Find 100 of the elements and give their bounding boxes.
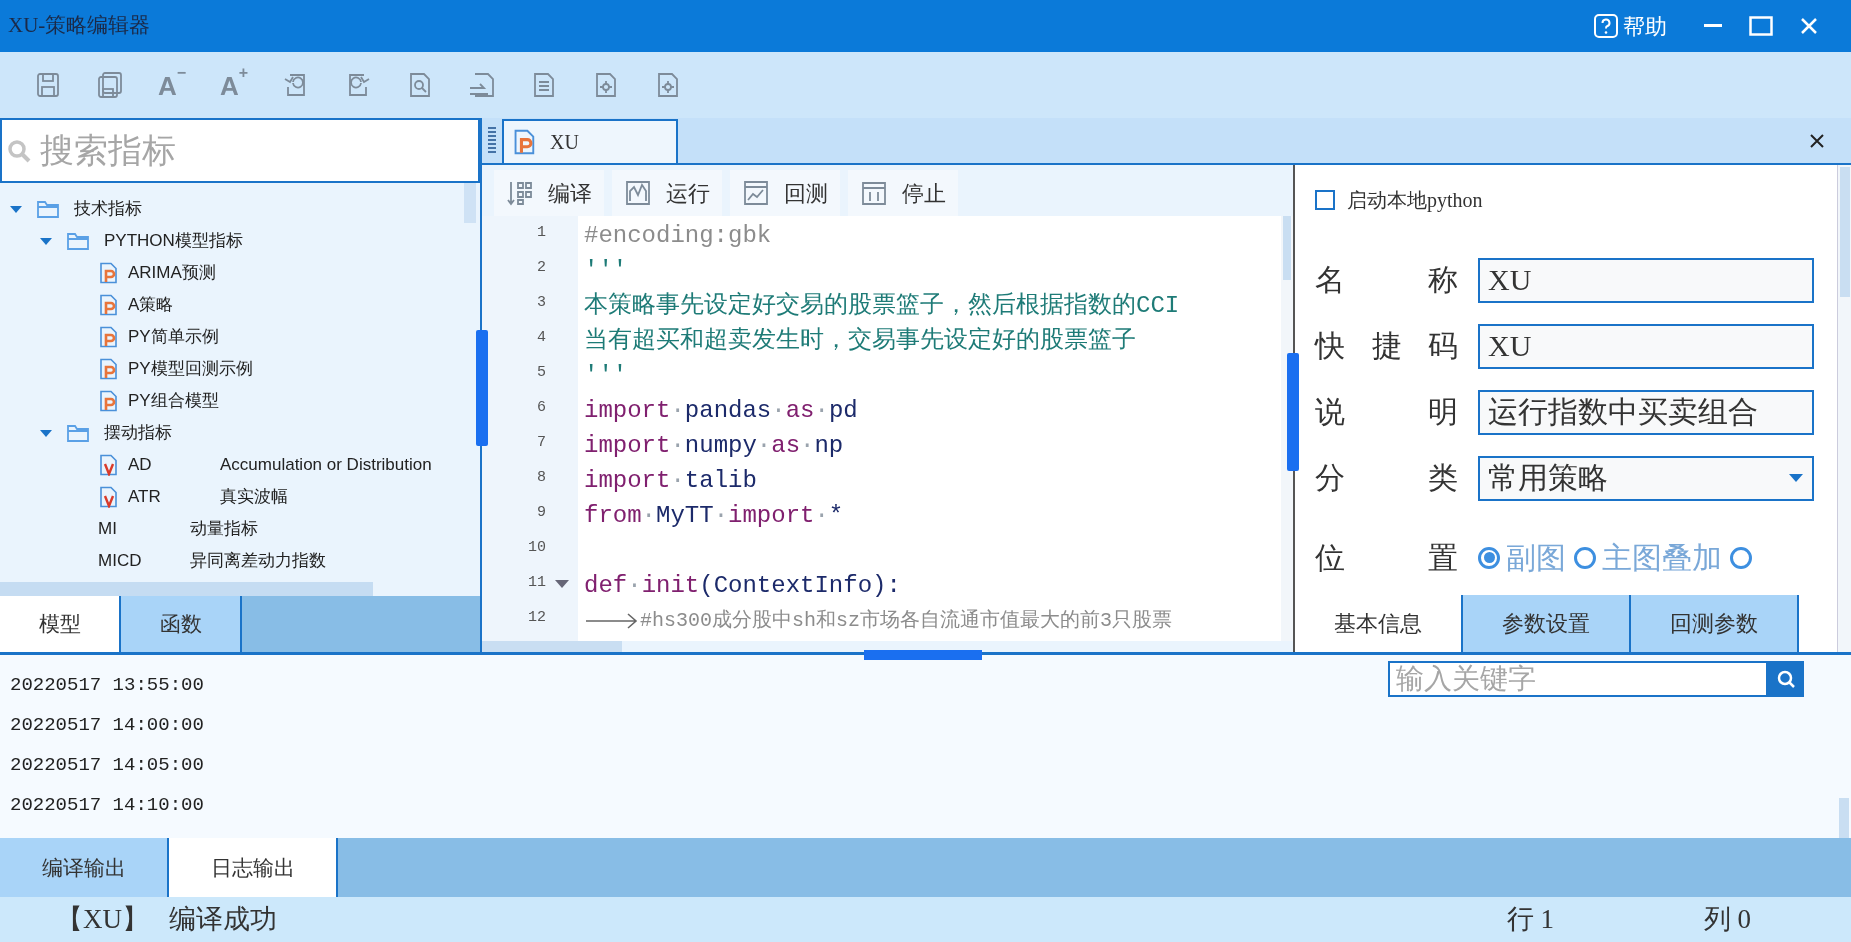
tree-folder-label[interactable]: 技术指标 (74, 196, 142, 222)
splitter-handle[interactable] (476, 330, 488, 446)
tree-item-code[interactable]: A策略 (128, 292, 174, 318)
tree-folder-label[interactable]: PYTHON模型指标 (104, 228, 243, 254)
whitespace-marker: · (670, 430, 685, 461)
code-token: import (584, 395, 671, 426)
code-token: np (814, 430, 844, 461)
text-field[interactable]: XU (1478, 323, 1814, 369)
cursor-row-text: 行 1 (1506, 903, 1555, 937)
tree-item-code[interactable]: AD (128, 452, 208, 478)
output-tab[interactable]: 编译输出 (0, 838, 169, 897)
text-field[interactable]: 运行指数中买卖组合 (1478, 389, 1814, 435)
keyword-search-field[interactable]: 输入关键字 (1388, 661, 1768, 697)
folder-icon (66, 231, 90, 251)
code-token: init (641, 570, 700, 601)
horizontal-scrollbar-thumb[interactable] (482, 641, 622, 652)
scrollbar-thumb[interactable] (1283, 216, 1291, 280)
editor-action-button[interactable]: 编译 (494, 170, 604, 216)
python-file-icon (98, 294, 120, 316)
splitter-handle[interactable] (1287, 353, 1299, 471)
code-token: from (584, 500, 642, 531)
line-chart-icon (742, 179, 770, 207)
form-label: 分类 (1315, 463, 1458, 493)
whitespace-marker: · (627, 570, 642, 601)
close-icon (1800, 17, 1818, 35)
properties-tab[interactable]: 回测参数 (1631, 595, 1799, 652)
expanded-caret-icon[interactable] (8, 203, 24, 215)
line-number: 1 (536, 223, 546, 244)
tree-folder-label[interactable]: 摆动指标 (104, 420, 172, 446)
line-number: 12 (527, 608, 546, 629)
tree-item-code[interactable]: PY简单示例 (128, 324, 219, 350)
scrollbar-thumb[interactable] (1840, 167, 1850, 297)
code-token: talib (684, 465, 757, 496)
file-tab[interactable]: XU (502, 119, 678, 163)
category-dropdown[interactable]: 常用策略 (1478, 455, 1814, 501)
help-icon (1593, 13, 1619, 39)
tree-item-description: Accumulation or Distribution (220, 454, 432, 477)
caret-icon (1788, 473, 1804, 483)
code-token: (ContextInfo): (699, 570, 901, 601)
tree-item-code[interactable]: MI (98, 516, 178, 542)
radio-button[interactable] (1478, 546, 1500, 569)
search-button[interactable] (1768, 661, 1804, 697)
fold-caret-icon[interactable] (554, 578, 570, 589)
whitespace-marker: · (814, 500, 829, 531)
checkbox-label[interactable]: 启动本地python (1347, 185, 1483, 215)
code-token: def (584, 570, 628, 601)
tree-item-code[interactable]: MICD (98, 548, 178, 574)
whitespace-marker: · (670, 465, 685, 496)
panel-tab[interactable]: 函数 (121, 596, 242, 652)
code-token: #hs300成分股中sh和sz市场各自流通市值最大的前3只股票 (640, 607, 1173, 634)
code-token: import (584, 465, 671, 496)
splitter-handle[interactable] (864, 650, 982, 660)
output-tab[interactable]: 日志输出 (169, 838, 338, 897)
calendar-icon (860, 179, 888, 207)
tree-item-code[interactable]: ATR (128, 484, 208, 510)
text-field[interactable]: XU (1478, 257, 1814, 303)
scrollbar-thumb[interactable] (1839, 798, 1849, 838)
code-token: #encoding:gbk (584, 220, 772, 251)
python-file-icon (98, 262, 120, 284)
tree-item-description: 动量指标 (190, 518, 258, 541)
log-line: 20220517 14:05:00 (10, 752, 204, 778)
save-all-icon (95, 70, 125, 100)
tree-item-code[interactable]: ARIMA预测 (128, 260, 216, 286)
line-number: 3 (536, 293, 546, 314)
checkbox[interactable] (1315, 190, 1335, 210)
code-token: import (728, 500, 815, 531)
indicator-search-field[interactable]: 搜索指标 (40, 125, 474, 176)
window-title: XU-策略编辑器 (8, 12, 151, 40)
form-label: 名称 (1315, 265, 1458, 295)
editor-action-button[interactable]: 运行 (612, 170, 722, 216)
code-token: pandas (684, 395, 772, 426)
search-icon (1775, 668, 1797, 690)
line-number: 6 (536, 398, 546, 419)
code-token: as (771, 430, 801, 461)
radio-button[interactable] (1730, 546, 1752, 569)
horizontal-scrollbar-thumb[interactable] (0, 582, 373, 596)
properties-tab[interactable]: 参数设置 (1463, 595, 1631, 652)
editor-action-button[interactable]: 回测 (730, 170, 840, 216)
form-label: 快捷码 (1315, 331, 1458, 361)
scrollbar-thumb[interactable] (464, 183, 476, 223)
line-number: 2 (536, 258, 546, 279)
editor-action-button[interactable]: 停止 (848, 170, 958, 216)
form-label: 位置 (1315, 542, 1458, 573)
expanded-caret-icon[interactable] (38, 427, 54, 439)
tree-item-code[interactable]: PY组合模型 (128, 388, 219, 414)
help-button[interactable]: 帮助 (1593, 9, 1667, 43)
tree-item-code[interactable]: PY模型回测示例 (128, 356, 253, 382)
log-line: 20220517 14:00:00 (10, 712, 204, 738)
code-token: MyTT (656, 500, 714, 531)
sort-icon (506, 179, 534, 207)
radio-button[interactable] (1574, 546, 1596, 569)
panel-tab[interactable]: 模型 (0, 596, 121, 652)
status-message: 编译成功 (169, 903, 277, 937)
python-file-icon (98, 390, 120, 412)
code-token: numpy (684, 430, 757, 461)
expanded-caret-icon[interactable] (38, 235, 54, 247)
code-token: import (584, 430, 671, 461)
search-field[interactable]: 搜索指标 (0, 118, 480, 183)
minimize-icon (1704, 24, 1722, 28)
code-token: as (785, 395, 815, 426)
